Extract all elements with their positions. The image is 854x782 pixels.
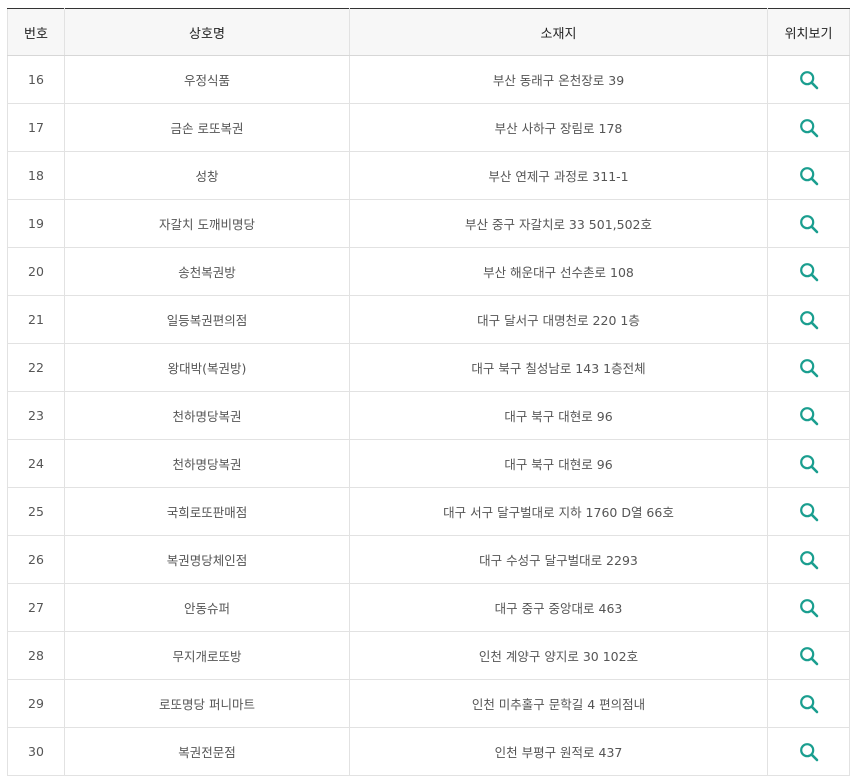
header-address: 소재지 bbox=[349, 8, 768, 56]
location-cell bbox=[767, 487, 850, 536]
location-cell bbox=[767, 391, 850, 440]
row-number: 21 bbox=[7, 295, 65, 344]
store-name: 송천복권방 bbox=[64, 247, 350, 296]
search-icon[interactable] bbox=[799, 310, 819, 330]
table-row: 16 우정식품 부산 동래구 온천장로 39 bbox=[7, 55, 850, 104]
row-number: 23 bbox=[7, 391, 65, 440]
location-cell bbox=[767, 199, 850, 248]
store-address: 인천 계양구 양지로 30 102호 bbox=[349, 631, 768, 680]
location-cell bbox=[767, 55, 850, 104]
store-name: 로또명당 퍼니마트 bbox=[64, 679, 350, 728]
location-cell bbox=[767, 151, 850, 200]
search-icon[interactable] bbox=[799, 166, 819, 186]
store-name: 무지개로또방 bbox=[64, 631, 350, 680]
store-address: 부산 중구 자갈치로 33 501,502호 bbox=[349, 199, 768, 248]
location-cell bbox=[767, 343, 850, 392]
search-icon[interactable] bbox=[799, 742, 819, 762]
table-row: 21 일등복권편의점 대구 달서구 대명천로 220 1층 bbox=[7, 295, 850, 344]
row-number: 19 bbox=[7, 199, 65, 248]
store-address: 인천 미추홀구 문학길 4 편의점내 bbox=[349, 679, 768, 728]
store-name: 천하명당복권 bbox=[64, 391, 350, 440]
store-name: 안동슈퍼 bbox=[64, 583, 350, 632]
location-cell bbox=[767, 727, 850, 776]
search-icon[interactable] bbox=[799, 358, 819, 378]
header-name: 상호명 bbox=[64, 8, 350, 56]
location-cell bbox=[767, 247, 850, 296]
store-address: 부산 해운대구 선수촌로 108 bbox=[349, 247, 768, 296]
search-icon[interactable] bbox=[799, 550, 819, 570]
table-row: 28 무지개로또방 인천 계양구 양지로 30 102호 bbox=[7, 631, 850, 680]
row-number: 18 bbox=[7, 151, 65, 200]
store-name: 천하명당복권 bbox=[64, 439, 350, 488]
store-table-container: 번호 상호명 소재지 위치보기 16 우정식품 부산 동래구 온천장로 39 17 금손… bbox=[7, 8, 850, 776]
store-address: 인천 부평구 원적로 437 bbox=[349, 727, 768, 776]
store-name: 자갈치 도깨비명당 bbox=[64, 199, 350, 248]
header-row: 번호 상호명 소재지 위치보기 bbox=[7, 8, 850, 56]
search-icon[interactable] bbox=[799, 406, 819, 426]
table-row: 29 로또명당 퍼니마트 인천 미추홀구 문학길 4 편의점내 bbox=[7, 679, 850, 728]
row-number: 24 bbox=[7, 439, 65, 488]
location-cell bbox=[767, 535, 850, 584]
store-name: 복권명당체인점 bbox=[64, 535, 350, 584]
row-number: 29 bbox=[7, 679, 65, 728]
search-icon[interactable] bbox=[799, 214, 819, 234]
row-number: 22 bbox=[7, 343, 65, 392]
store-name: 우정식품 bbox=[64, 55, 350, 104]
table-row: 26 복권명당체인점 대구 수성구 달구벌대로 2293 bbox=[7, 535, 850, 584]
row-number: 20 bbox=[7, 247, 65, 296]
search-icon[interactable] bbox=[799, 118, 819, 138]
row-number: 27 bbox=[7, 583, 65, 632]
store-name: 성창 bbox=[64, 151, 350, 200]
store-address: 대구 북구 대현로 96 bbox=[349, 391, 768, 440]
table-row: 19 자갈치 도깨비명당 부산 중구 자갈치로 33 501,502호 bbox=[7, 199, 850, 248]
store-address: 부산 연제구 과정로 311-1 bbox=[349, 151, 768, 200]
location-cell bbox=[767, 583, 850, 632]
search-icon[interactable] bbox=[799, 598, 819, 618]
search-icon[interactable] bbox=[799, 502, 819, 522]
search-icon[interactable] bbox=[799, 454, 819, 474]
store-table: 번호 상호명 소재지 위치보기 16 우정식품 부산 동래구 온천장로 39 17 금손… bbox=[7, 8, 850, 776]
store-address: 대구 중구 중앙대로 463 bbox=[349, 583, 768, 632]
store-address: 대구 북구 칠성남로 143 1층전체 bbox=[349, 343, 768, 392]
search-icon[interactable] bbox=[799, 262, 819, 282]
search-icon[interactable] bbox=[799, 646, 819, 666]
row-number: 30 bbox=[7, 727, 65, 776]
store-address: 대구 서구 달구벌대로 지하 1760 D열 66호 bbox=[349, 487, 768, 536]
table-row: 18 성창 부산 연제구 과정로 311-1 bbox=[7, 151, 850, 200]
location-cell bbox=[767, 295, 850, 344]
store-address: 대구 달서구 대명천로 220 1층 bbox=[349, 295, 768, 344]
table-row: 17 금손 로또복권 부산 사하구 장림로 178 bbox=[7, 103, 850, 152]
search-icon[interactable] bbox=[799, 694, 819, 714]
row-number: 26 bbox=[7, 535, 65, 584]
search-icon[interactable] bbox=[799, 70, 819, 90]
location-cell bbox=[767, 103, 850, 152]
table-row: 25 국희로또판매점 대구 서구 달구벌대로 지하 1760 D열 66호 bbox=[7, 487, 850, 536]
header-no: 번호 bbox=[7, 8, 65, 56]
location-cell bbox=[767, 439, 850, 488]
location-cell bbox=[767, 679, 850, 728]
store-address: 대구 북구 대현로 96 bbox=[349, 439, 768, 488]
table-header: 번호 상호명 소재지 위치보기 bbox=[7, 8, 850, 56]
store-name: 국희로또판매점 bbox=[64, 487, 350, 536]
store-name: 금손 로또복권 bbox=[64, 103, 350, 152]
table-row: 20 송천복권방 부산 해운대구 선수촌로 108 bbox=[7, 247, 850, 296]
store-address: 부산 사하구 장림로 178 bbox=[349, 103, 768, 152]
row-number: 17 bbox=[7, 103, 65, 152]
table-row: 22 왕대박(복권방) 대구 북구 칠성남로 143 1층전체 bbox=[7, 343, 850, 392]
store-name: 복권전문점 bbox=[64, 727, 350, 776]
header-location: 위치보기 bbox=[767, 8, 850, 56]
table-body: 16 우정식품 부산 동래구 온천장로 39 17 금손 로또복권 부산 사하구 장림로 … bbox=[7, 55, 850, 776]
table-row: 30 복권전문점 인천 부평구 원적로 437 bbox=[7, 727, 850, 776]
row-number: 28 bbox=[7, 631, 65, 680]
store-name: 왕대박(복권방) bbox=[64, 343, 350, 392]
row-number: 16 bbox=[7, 55, 65, 104]
table-row: 27 안동슈퍼 대구 중구 중앙대로 463 bbox=[7, 583, 850, 632]
store-address: 부산 동래구 온천장로 39 bbox=[349, 55, 768, 104]
row-number: 25 bbox=[7, 487, 65, 536]
store-address: 대구 수성구 달구벌대로 2293 bbox=[349, 535, 768, 584]
store-name: 일등복권편의점 bbox=[64, 295, 350, 344]
table-row: 24 천하명당복권 대구 북구 대현로 96 bbox=[7, 439, 850, 488]
table-row: 23 천하명당복권 대구 북구 대현로 96 bbox=[7, 391, 850, 440]
location-cell bbox=[767, 631, 850, 680]
